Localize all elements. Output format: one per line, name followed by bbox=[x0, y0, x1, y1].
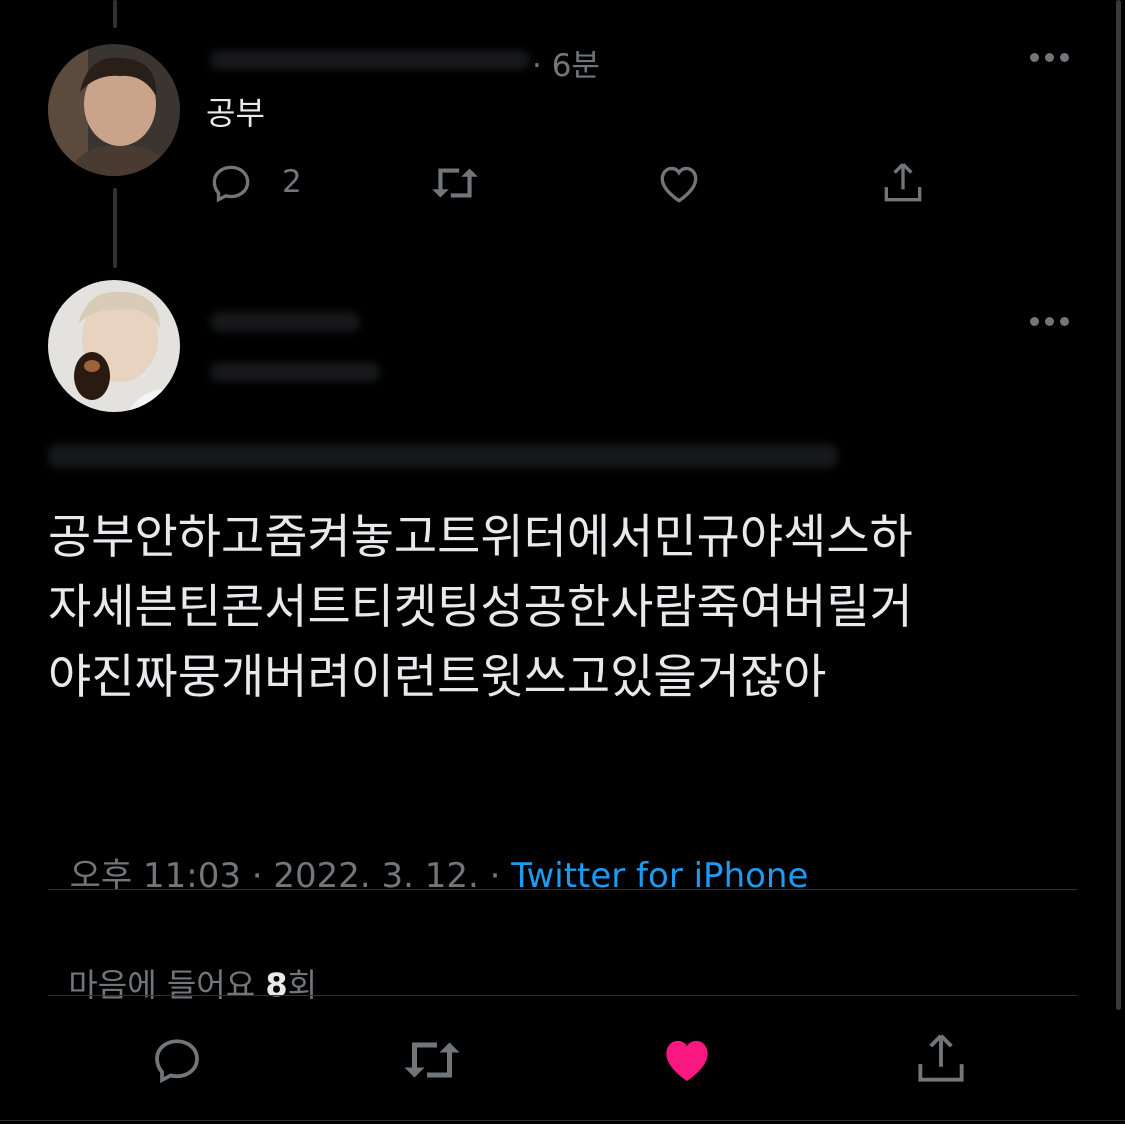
retweet-icon[interactable] bbox=[428, 158, 482, 208]
likes-label: 마음에 들어요 bbox=[68, 966, 266, 1004]
likes-unit: 회 bbox=[287, 966, 318, 1004]
like-icon[interactable] bbox=[654, 158, 704, 208]
tweet-text-line: 공부안하고줌켜놓고트위터에서민규야섹스하 bbox=[48, 510, 913, 565]
author-name-hidden bbox=[210, 312, 360, 332]
share-icon[interactable] bbox=[878, 158, 928, 208]
main-retweet-icon[interactable] bbox=[398, 1030, 466, 1090]
replying-to-hidden bbox=[48, 444, 838, 468]
scrollbar[interactable] bbox=[1116, 0, 1121, 1010]
main-like-icon[interactable] bbox=[656, 1028, 718, 1090]
main-share-icon[interactable] bbox=[910, 1028, 972, 1090]
tweet-text: 공부안하고줌켜놓고트위터에서민규야섹스하 자세븐틴콘서트티켓팅성공한사람죽여버릴… bbox=[48, 503, 913, 713]
parent-more-icon[interactable] bbox=[1030, 53, 1069, 62]
main-reply-icon[interactable] bbox=[146, 1030, 208, 1090]
tweet-text-line: 야진짜뭉개버려이런트윗쓰고있을거잖아 bbox=[48, 650, 827, 705]
author-avatar[interactable] bbox=[48, 280, 180, 412]
divider-top bbox=[48, 889, 1077, 890]
parent-tweet-text: 공부 bbox=[206, 94, 265, 132]
reply-icon[interactable] bbox=[206, 158, 256, 208]
reply-count: 2 bbox=[282, 164, 302, 200]
divider-bottom bbox=[48, 995, 1077, 996]
likes-summary[interactable]: 마음에 들어요 8회 bbox=[48, 922, 317, 1006]
tweet-meta: 오후 11:03 · 2022. 3. 12. · Twitter for iP… bbox=[48, 808, 809, 897]
author-handle-hidden bbox=[210, 362, 380, 382]
tweet-source-link[interactable]: Twitter for iPhone bbox=[511, 856, 808, 896]
thread-line-top bbox=[113, 0, 117, 28]
tweet-more-icon[interactable] bbox=[1030, 317, 1069, 326]
tweet-text-line: 자세븐틴콘서트티켓팅성공한사람죽여버릴거 bbox=[48, 580, 913, 635]
likes-count: 8 bbox=[265, 966, 288, 1004]
parent-username-hidden bbox=[210, 50, 530, 70]
tweet-timestamp: 오후 11:03 · 2022. 3. 12. · bbox=[69, 856, 512, 896]
parent-avatar[interactable] bbox=[48, 44, 180, 176]
divider-footer bbox=[0, 1120, 1125, 1121]
parent-time: · 6분 bbox=[532, 48, 600, 84]
thread-line-middle bbox=[113, 188, 117, 268]
